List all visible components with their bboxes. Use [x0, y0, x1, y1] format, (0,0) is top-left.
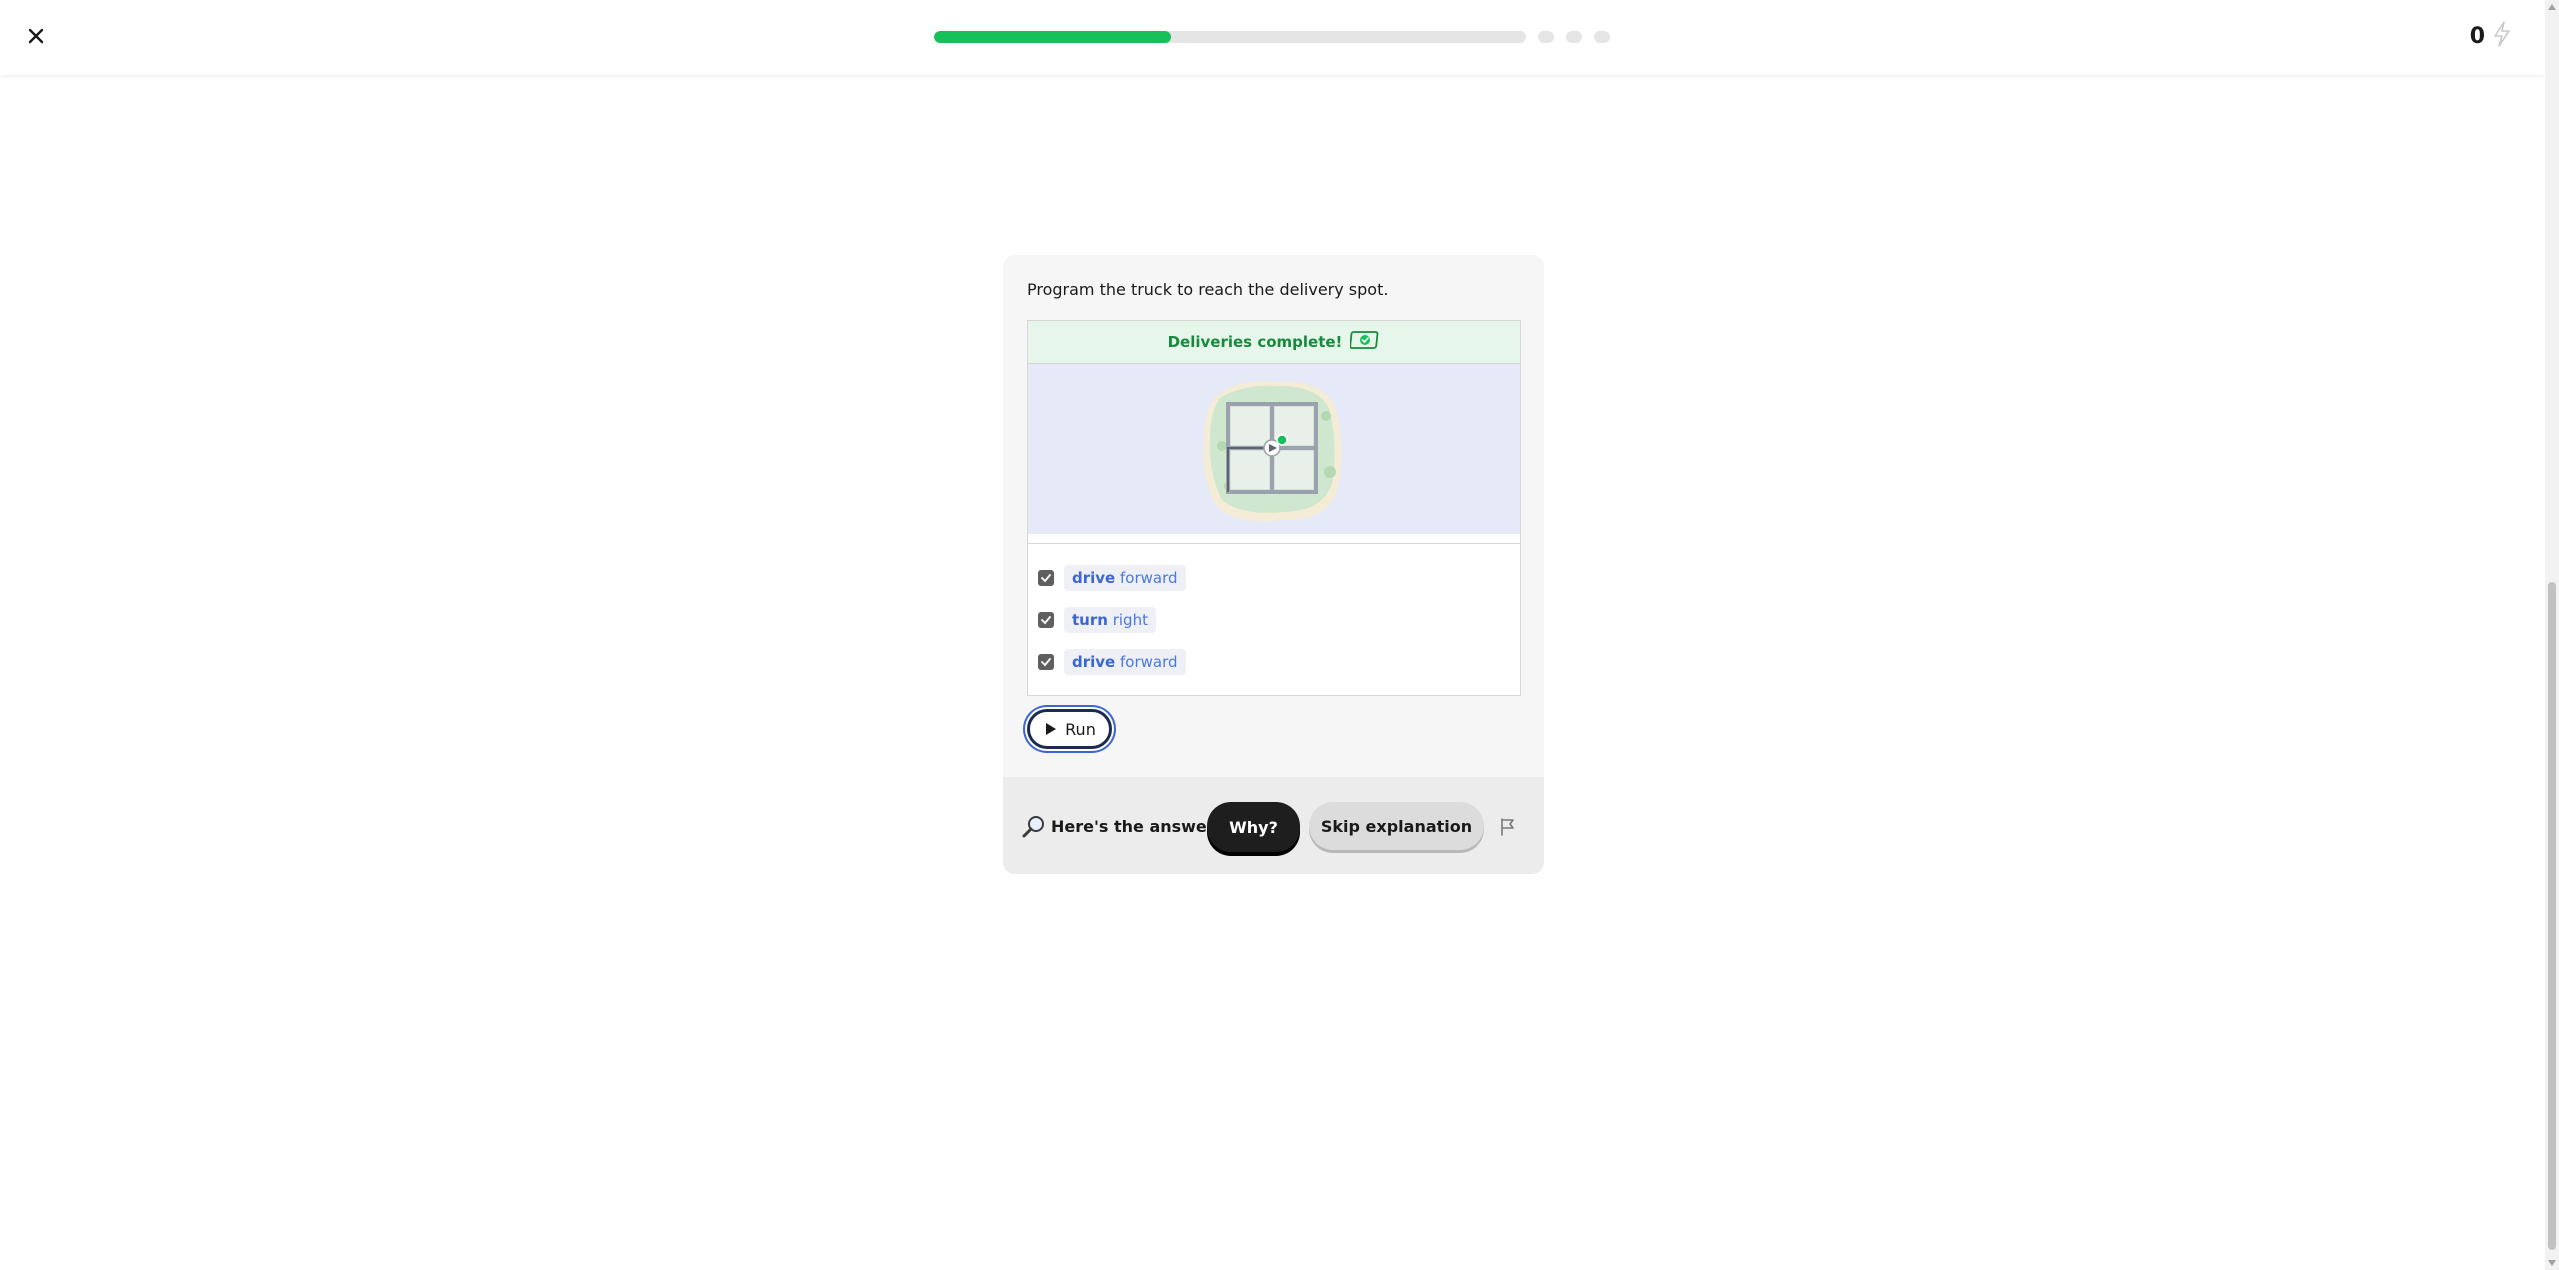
command-verb: drive: [1072, 653, 1116, 671]
command-arg: forward: [1120, 569, 1178, 587]
lightning-icon: [2491, 20, 2513, 52]
command-arg: right: [1112, 611, 1148, 629]
streak-count: 0: [2469, 23, 2485, 49]
checkbox-checked[interactable]: [1038, 570, 1054, 586]
top-bar: 0: [0, 0, 2545, 75]
close-icon[interactable]: [22, 22, 50, 50]
exercise-card: Program the truck to reach the delivery …: [1003, 255, 1544, 874]
progress-step-dot: [1566, 31, 1582, 43]
command-chip[interactable]: drive forward: [1064, 565, 1186, 591]
command-list: drive forward turn right drive forward: [1027, 544, 1521, 696]
answer-label: Here's the answer: [1051, 817, 1215, 836]
run-button[interactable]: Run: [1027, 709, 1112, 749]
command-row[interactable]: turn right: [1038, 606, 1156, 634]
command-chip[interactable]: turn right: [1064, 607, 1156, 633]
command-row[interactable]: drive forward: [1038, 648, 1186, 676]
map-area: [1028, 364, 1520, 534]
scroll-thumb[interactable]: [2548, 582, 2556, 1250]
status-text: Deliveries complete!: [1167, 333, 1343, 351]
page-scrollbar[interactable]: [2545, 0, 2559, 1270]
city-map: [1203, 381, 1342, 522]
progress-fill: [934, 31, 1171, 43]
streak-counter: 0: [2470, 20, 2513, 52]
scroll-up-arrow[interactable]: [2548, 4, 2556, 10]
magnifier-icon: [1022, 816, 1044, 838]
run-label: Run: [1065, 719, 1096, 739]
progress-step-dot: [1538, 31, 1554, 43]
exercise-prompt: Program the truck to reach the delivery …: [1027, 280, 1389, 299]
scroll-down-arrow[interactable]: [2548, 1260, 2556, 1266]
simulation-panel: Deliveries complete!: [1027, 320, 1521, 544]
package-delivered-icon: [1349, 329, 1380, 355]
command-chip[interactable]: drive forward: [1064, 649, 1186, 675]
command-verb: drive: [1072, 569, 1116, 587]
answer-bar: Here's the answer Why? Skip explanation: [1003, 777, 1544, 874]
flag-icon[interactable]: [1497, 816, 1519, 838]
why-button[interactable]: Why?: [1207, 802, 1300, 852]
skip-explanation-button[interactable]: Skip explanation: [1309, 802, 1484, 850]
command-arg: forward: [1120, 653, 1178, 671]
progress-step-dot: [1594, 31, 1610, 43]
checkbox-checked[interactable]: [1038, 612, 1054, 628]
command-row[interactable]: drive forward: [1038, 564, 1186, 592]
play-icon: [1046, 723, 1057, 735]
progress-bar: [934, 31, 1526, 43]
status-banner: Deliveries complete!: [1028, 321, 1520, 364]
checkbox-checked[interactable]: [1038, 654, 1054, 670]
command-verb: turn: [1072, 611, 1108, 629]
